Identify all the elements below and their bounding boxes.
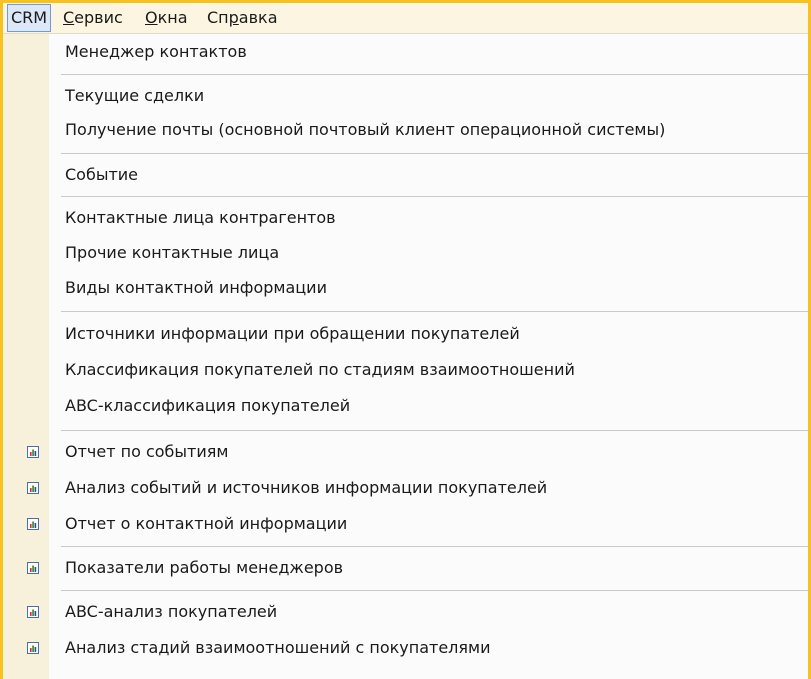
menu-item-current-deals[interactable]: Текущие сделки <box>3 80 808 112</box>
menu-item-label: Анализ событий и источников информации п… <box>65 478 548 497</box>
menu-separator <box>61 590 808 591</box>
menu-item-label: Виды контактной информации <box>65 278 327 297</box>
menu-separator <box>61 196 808 197</box>
menu-item-label: ABC-анализ покупателей <box>65 602 278 621</box>
menu-help-prefix: Сп <box>207 8 229 27</box>
menu-item-label: Менеджер контактов <box>65 42 247 61</box>
menu-windows[interactable]: Окна <box>145 5 188 31</box>
report-icon <box>27 606 39 618</box>
menu-service[interactable]: Сервис <box>63 5 123 31</box>
menu-item-info-sources[interactable]: Источники информации при обращении покуп… <box>3 318 808 350</box>
menu-item-label: Событие <box>65 165 139 184</box>
menu-item-contact-manager[interactable]: Менеджер контактов <box>3 36 808 68</box>
menu-item-label: Контактные лица контрагентов <box>65 208 336 227</box>
menu-separator <box>61 430 808 431</box>
menu-help-accel: р <box>228 8 239 27</box>
menu-crm-label: CRM <box>10 8 48 27</box>
menu-item-label: Показатели работы менеджеров <box>65 558 344 577</box>
menu-service-rest: ервис <box>74 8 123 27</box>
menu-crm[interactable]: CRM <box>7 4 51 32</box>
menu-item-event[interactable]: Событие <box>3 159 808 191</box>
menu-help-rest: авка <box>238 8 278 27</box>
menu-bar: CRM Сервис Окна Справка <box>3 3 808 34</box>
menu-windows-accel: О <box>145 8 158 27</box>
menu-separator <box>61 153 808 154</box>
menu-windows-rest: кна <box>157 8 188 27</box>
menu-item-contact-info-types[interactable]: Виды контактной информации <box>3 272 808 304</box>
menu-item-label: Источники информации при обращении покуп… <box>65 324 520 343</box>
crm-dropdown-menu: Менеджер контактов Текущие сделки Получе… <box>3 34 808 679</box>
menu-item-other-contacts[interactable]: Прочие контактные лица <box>3 237 808 269</box>
menu-item-contact-info-report[interactable]: Отчет о контактной информации <box>3 508 808 540</box>
menu-help[interactable]: Справка <box>207 5 278 31</box>
menu-separator <box>61 74 808 75</box>
menu-separator <box>61 311 808 312</box>
report-icon <box>27 482 39 494</box>
menu-item-abc-analysis[interactable]: ABC-анализ покупателей <box>3 596 808 628</box>
application-window: CRM Сервис Окна Справка Менеджер контакт… <box>0 0 811 679</box>
report-icon <box>27 642 39 654</box>
menu-item-receive-mail[interactable]: Получение почты (основной почтовый клиен… <box>3 114 808 146</box>
menu-item-label: ABC-классификация покупателей <box>65 396 351 415</box>
menu-item-events-sources-analysis[interactable]: Анализ событий и источников информации п… <box>3 472 808 504</box>
report-icon <box>27 562 39 574</box>
report-icon <box>27 518 39 530</box>
menu-item-label: Анализ стадий взаимоотношений с покупате… <box>65 638 491 657</box>
menu-item-label: Отчет по событиям <box>65 442 229 461</box>
menu-item-label: Отчет о контактной информации <box>65 514 348 533</box>
menu-item-label: Классификация покупателей по стадиям вза… <box>65 360 575 379</box>
menu-item-label: Прочие контактные лица <box>65 243 280 262</box>
menu-item-customer-stage-classification[interactable]: Классификация покупателей по стадиям вза… <box>3 354 808 386</box>
menu-item-manager-performance[interactable]: Показатели работы менеджеров <box>3 552 808 584</box>
menu-item-abc-classification[interactable]: ABC-классификация покупателей <box>3 390 808 422</box>
menu-item-counterparty-contacts[interactable]: Контактные лица контрагентов <box>3 202 808 234</box>
menu-item-events-report[interactable]: Отчет по событиям <box>3 436 808 468</box>
menu-item-relationship-stages-analysis[interactable]: Анализ стадий взаимоотношений с покупате… <box>3 632 808 664</box>
report-icon <box>27 446 39 458</box>
menu-item-label: Текущие сделки <box>65 86 205 105</box>
menu-item-label: Получение почты (основной почтовый клиен… <box>65 120 666 139</box>
menu-separator <box>61 546 808 547</box>
menu-service-accel: С <box>63 8 75 27</box>
